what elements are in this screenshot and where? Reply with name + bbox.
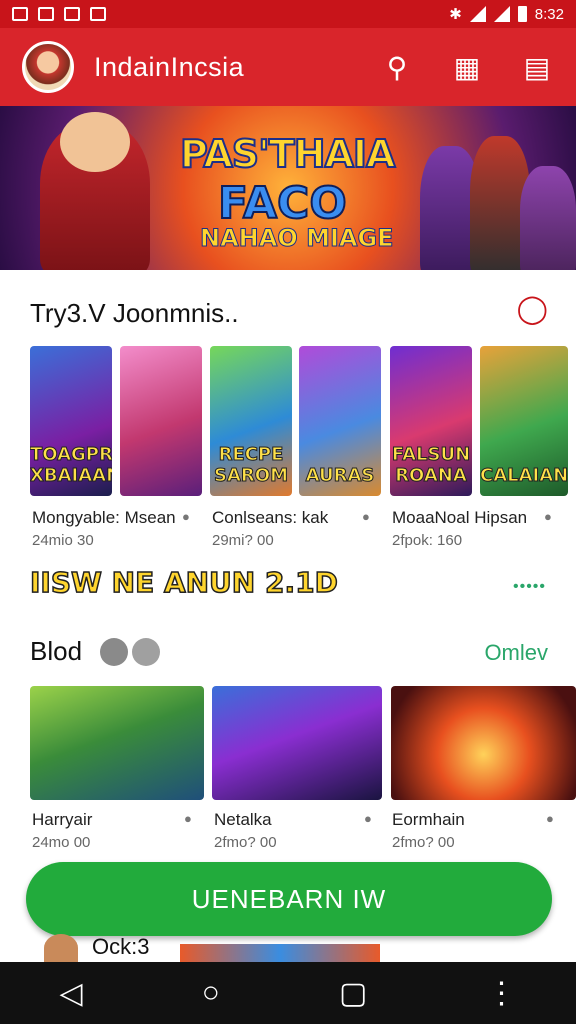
status-bar: ✱ 8:32 — [0, 0, 576, 28]
game-meta: 29mi? 00 — [212, 532, 274, 549]
overflow-icon[interactable]: ● — [362, 509, 370, 524]
game-meta: 2fmo? 00 — [392, 834, 455, 851]
game-meta: 2fmo? 00 — [214, 834, 277, 851]
section-title: Try3.V Joonmnis.. — [30, 298, 239, 328]
game-title[interactable]: Mongyable: Msean — [32, 508, 176, 528]
game-meta: 2fpok: 160 — [392, 532, 463, 549]
overflow-icon[interactable]: ● — [544, 509, 552, 524]
play-icon — [38, 7, 54, 21]
battery-icon — [517, 6, 527, 22]
promo-banner-text[interactable]: IISW NE ANUN 2.1D — [29, 565, 338, 600]
list-item-label[interactable]: Ock:3 — [92, 934, 149, 960]
game-title[interactable]: Eormhain — [392, 810, 465, 830]
hero-face-left — [60, 112, 130, 172]
game-title[interactable]: Netalka — [214, 810, 272, 830]
cell-signal-icon — [493, 6, 510, 22]
game-card[interactable] — [120, 346, 202, 496]
thumbnail-strip — [180, 944, 380, 962]
game-card[interactable] — [212, 686, 382, 800]
badge-icon — [100, 638, 128, 666]
section-title: Blod — [30, 636, 83, 666]
app-icon — [64, 7, 80, 21]
wifi-signal-icon — [469, 6, 486, 22]
app-bar: IndainIncsia ⚲ ▦ ▤ — [0, 28, 576, 106]
notification-icons — [12, 7, 106, 21]
game-card[interactable] — [30, 686, 204, 800]
clock: 8:32 — [534, 5, 564, 23]
navigation-bar: ◁ ○ ▢ ⋮ — [0, 962, 576, 1024]
overflow-icon[interactable]: ● — [546, 811, 554, 826]
system-icons: ✱ 8:32 — [449, 5, 564, 24]
banner-title-line3: NAHAO MIAGE — [200, 224, 395, 253]
more-dots-icon[interactable]: ••••• — [513, 578, 546, 596]
overflow-icon[interactable]: ● — [182, 509, 190, 524]
game-card[interactable] — [391, 686, 576, 800]
avatar — [44, 934, 78, 962]
overflow-icon[interactable]: ● — [364, 811, 372, 826]
avatar[interactable] — [22, 41, 74, 93]
search-icon[interactable]: ⚲ — [380, 51, 414, 84]
speech-bubble-icon[interactable]: ◯ — [517, 292, 548, 325]
menu-icon[interactable]: ▤ — [520, 51, 554, 84]
game-card[interactable]: TOAGPRIS XBAIAANQ — [30, 346, 112, 496]
game-title[interactable]: Harryair — [32, 810, 92, 830]
home-icon[interactable]: ○ — [202, 976, 220, 1010]
more-vert-icon[interactable]: ⋮ — [486, 976, 516, 1011]
game-meta: 24mio 30 — [32, 532, 94, 549]
gallery-icon — [12, 7, 28, 21]
overflow-icon[interactable]: ● — [184, 811, 192, 826]
see-more-link[interactable]: Omlev — [484, 640, 548, 666]
hero-banner[interactable]: PAS'THAIA FACO NAHAO MIAGE — [0, 106, 576, 270]
map-icon[interactable]: ▦ — [450, 51, 484, 84]
hero-character-4 — [520, 166, 576, 270]
banner-title-line2: FACO — [217, 177, 348, 230]
game-card[interactable]: AURAS — [299, 346, 381, 496]
game-card[interactable]: RECPE SAROM — [210, 346, 292, 496]
banner-title-line1: PAS'THAIA — [179, 131, 396, 177]
back-icon[interactable]: ◁ — [60, 976, 83, 1011]
app-title: IndainIncsia — [94, 51, 245, 82]
recents-icon[interactable]: ▢ — [339, 976, 367, 1011]
check-icon — [132, 638, 160, 666]
game-meta: 24mo 00 — [32, 834, 91, 851]
vibrate-icon: ✱ — [449, 6, 462, 23]
game-title[interactable]: MoaaNoal Hipsan — [392, 508, 527, 528]
primary-action-button[interactable]: UENEBARN IW — [26, 862, 552, 936]
game-card[interactable]: CALAIAN — [480, 346, 568, 496]
message-icon — [90, 7, 106, 21]
game-card[interactable]: FALSUN ROANA — [390, 346, 472, 496]
game-title[interactable]: Conlseans: kak — [212, 508, 328, 528]
